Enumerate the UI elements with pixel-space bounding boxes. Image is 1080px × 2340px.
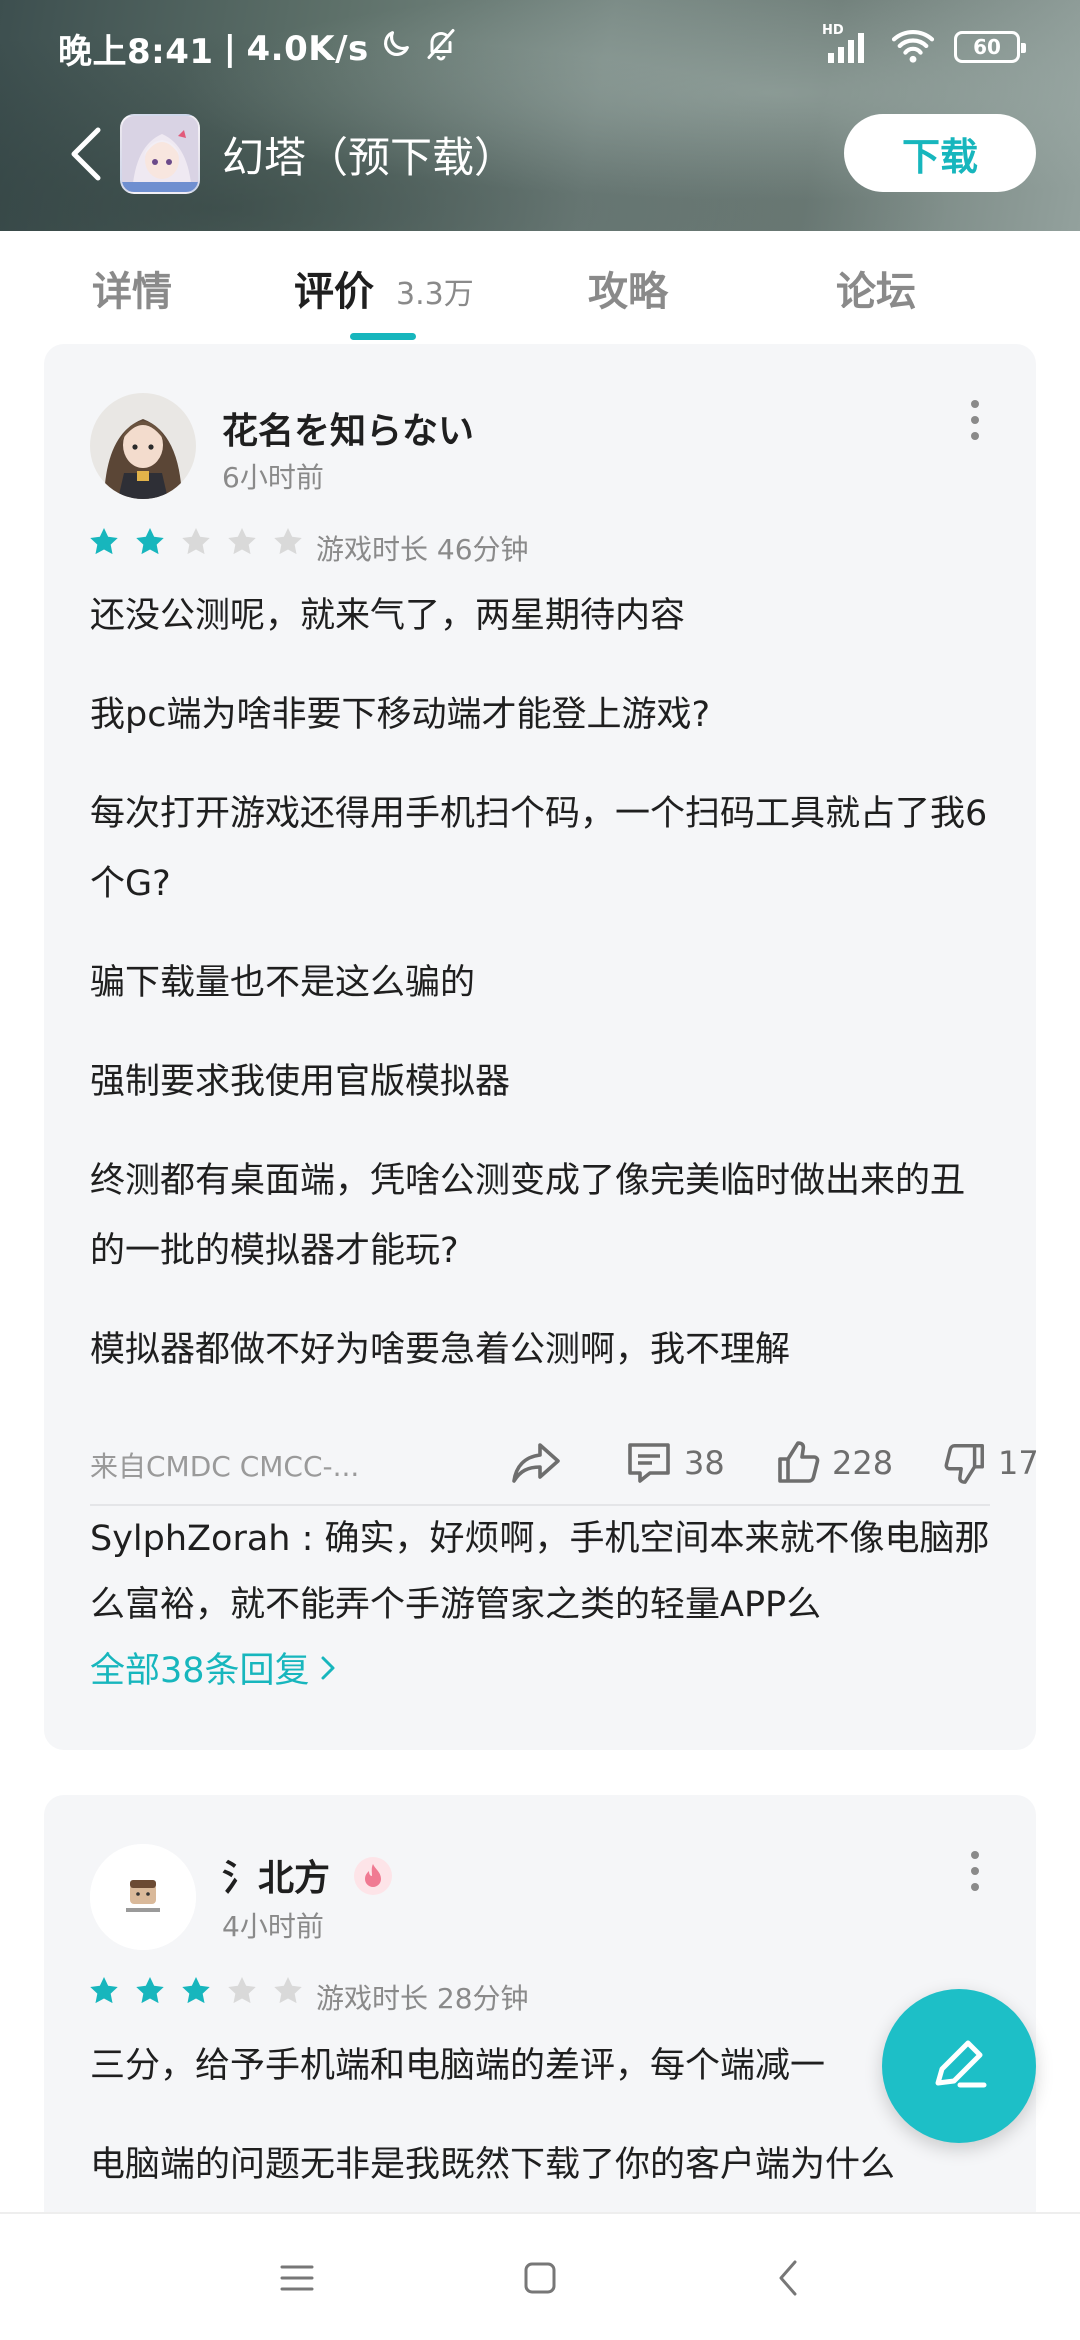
status-time: 晚上8:41: [58, 32, 214, 72]
review-paragraph: 强制要求我使用官版模拟器: [90, 1062, 511, 1102]
moon-icon: [379, 27, 413, 70]
dislike-count: 17: [998, 1444, 1036, 1482]
comment-icon: [628, 1443, 670, 1483]
download-button[interactable]: 下载: [844, 114, 1036, 192]
thumbs-up-icon: [778, 1441, 820, 1483]
tab-reviews[interactable]: 评价: [294, 259, 374, 317]
share-button[interactable]: [510, 1439, 562, 1487]
status-separator: |: [223, 28, 237, 69]
write-icon: [935, 2040, 987, 2088]
write-review-button[interactable]: [882, 1989, 1036, 2143]
status-bar: 晚上8:41 | 4.0K/s HD 60: [0, 0, 1080, 96]
like-count: 228: [832, 1444, 894, 1482]
system-nav-bar: [0, 2212, 1080, 2340]
review-actions: 来自CMDC CMCC-... 38 228 17: [90, 1439, 1036, 1489]
battery-icon: 60: [954, 31, 1026, 63]
all-replies-link[interactable]: 全部38条回复: [90, 1642, 338, 1693]
comment-button[interactable]: 38: [624, 1439, 725, 1487]
play-time: 游戏时长 46分钟: [316, 533, 529, 566]
tab-bar: 详情 评价 3.3万 攻略 论坛: [0, 231, 1080, 341]
app-icon: [120, 114, 200, 194]
star-empty-icon: [274, 528, 302, 555]
review-card[interactable]: 氵北方 4小时前 游戏时长 28分钟 三分，给予手机端和电脑端的差评，每个端减一…: [44, 1795, 1036, 2215]
review-paragraph: 模拟器都做不好为啥要急着公测啊，我不理解: [90, 1330, 791, 1370]
star-filled-icon: [182, 1977, 210, 2004]
tab-forum[interactable]: 论坛: [836, 259, 916, 317]
active-tab-indicator: [350, 333, 416, 340]
star-rating: [88, 1975, 304, 2007]
review-screen: 晚上8:41 | 4.0K/s HD 60 幻塔（预下载） 下载 详情 评价 3…: [0, 0, 1080, 2340]
star-empty-icon: [228, 1977, 256, 2004]
back-button[interactable]: [56, 122, 116, 186]
reply-preview[interactable]: SylphZorah : 确实，好烦啊，手机空间本来就不像电脑那么富裕，就不能弄…: [90, 1506, 1000, 1638]
nav-back-button[interactable]: [758, 2248, 818, 2308]
all-replies-label: 全部38条回复: [90, 1651, 310, 1691]
chevron-left-icon: [71, 127, 101, 181]
hd-label: HD: [822, 23, 844, 38]
title-bar: 幻塔（预下载） 下载: [0, 108, 1080, 200]
review-card[interactable]: 花名を知らない 6小时前 游戏时长 46分钟 还没公测呢，就来气了，两星期待内容…: [44, 344, 1036, 1750]
home-button[interactable]: [510, 2248, 570, 2308]
comment-count: 38: [684, 1444, 725, 1482]
star-filled-icon: [90, 528, 118, 555]
review-paragraph: 还没公测呢，就来气了，两星期待内容: [90, 596, 686, 636]
device-label: 来自CMDC CMCC-...: [90, 1450, 360, 1483]
star-filled-icon: [136, 528, 164, 555]
app-title: 幻塔（预下载）: [222, 133, 517, 182]
tab-guides[interactable]: 攻略: [588, 259, 668, 317]
star-filled-icon: [136, 1977, 164, 2004]
review-paragraph: 电脑端的问题无非是我既然下载了你的客户端为什么: [90, 2145, 896, 2185]
chevron-right-icon: [321, 1656, 335, 1679]
avatar[interactable]: [90, 1844, 196, 1950]
menu-icon: [280, 2265, 314, 2291]
review-paragraph: 每次打开游戏还得用手机扫个码，一个扫码工具就占了我6个G?: [90, 794, 988, 904]
thumbs-down-icon: [944, 1444, 984, 1484]
network-speed: 4.0K/s: [246, 28, 369, 69]
tab-reviews-count: 3.3万: [396, 277, 474, 312]
menu-button[interactable]: [267, 2248, 327, 2308]
review-time: 4小时前: [222, 1910, 324, 1943]
status-left: 晚上8:41 | 4.0K/s: [58, 24, 459, 73]
app-header: 晚上8:41 | 4.0K/s HD 60 幻塔（预下载） 下载: [0, 0, 1080, 231]
star-filled-icon: [90, 1977, 118, 2004]
review-time: 6小时前: [222, 461, 324, 494]
more-options-button[interactable]: [960, 1841, 990, 1901]
dislike-button[interactable]: 17: [942, 1439, 1036, 1487]
review-paragraph: 终测都有桌面端，凭啥公测变成了像完美临时做出来的丑的一批的模拟器才能玩?: [90, 1161, 966, 1271]
tab-details[interactable]: 详情: [92, 259, 172, 317]
signal-icon: HD: [822, 23, 872, 67]
battery-level: 60: [973, 35, 1001, 59]
user-name-text: 氵北方: [222, 1858, 331, 1899]
share-icon: [512, 1443, 560, 1483]
play-time: 游戏时长 28分钟: [316, 1982, 529, 2015]
more-options-button[interactable]: [960, 390, 990, 450]
star-rating: [88, 526, 304, 558]
avatar[interactable]: [90, 393, 196, 499]
chevron-left-icon: [779, 2260, 797, 2296]
home-square-icon: [524, 2262, 556, 2294]
review-text[interactable]: 还没公测呢，就来气了，两星期待内容 我pc端为啥非要下移动端才能登上游戏? 每次…: [90, 581, 990, 1414]
status-right: HD 60: [822, 23, 1026, 68]
fire-badge-icon: [353, 1856, 393, 1905]
user-name[interactable]: 花名を知らない: [222, 402, 474, 454]
review-paragraph: 我pc端为啥非要下移动端才能登上游戏?: [90, 695, 711, 735]
like-button[interactable]: 228: [774, 1439, 893, 1487]
star-empty-icon: [274, 1977, 302, 2004]
mute-bell-icon: [423, 26, 459, 71]
wifi-icon: [890, 26, 936, 68]
star-empty-icon: [228, 528, 256, 555]
user-name[interactable]: 氵北方: [222, 1849, 393, 1905]
review-paragraph: 骗下载量也不是这么骗的: [90, 963, 476, 1003]
star-empty-icon: [182, 528, 210, 555]
